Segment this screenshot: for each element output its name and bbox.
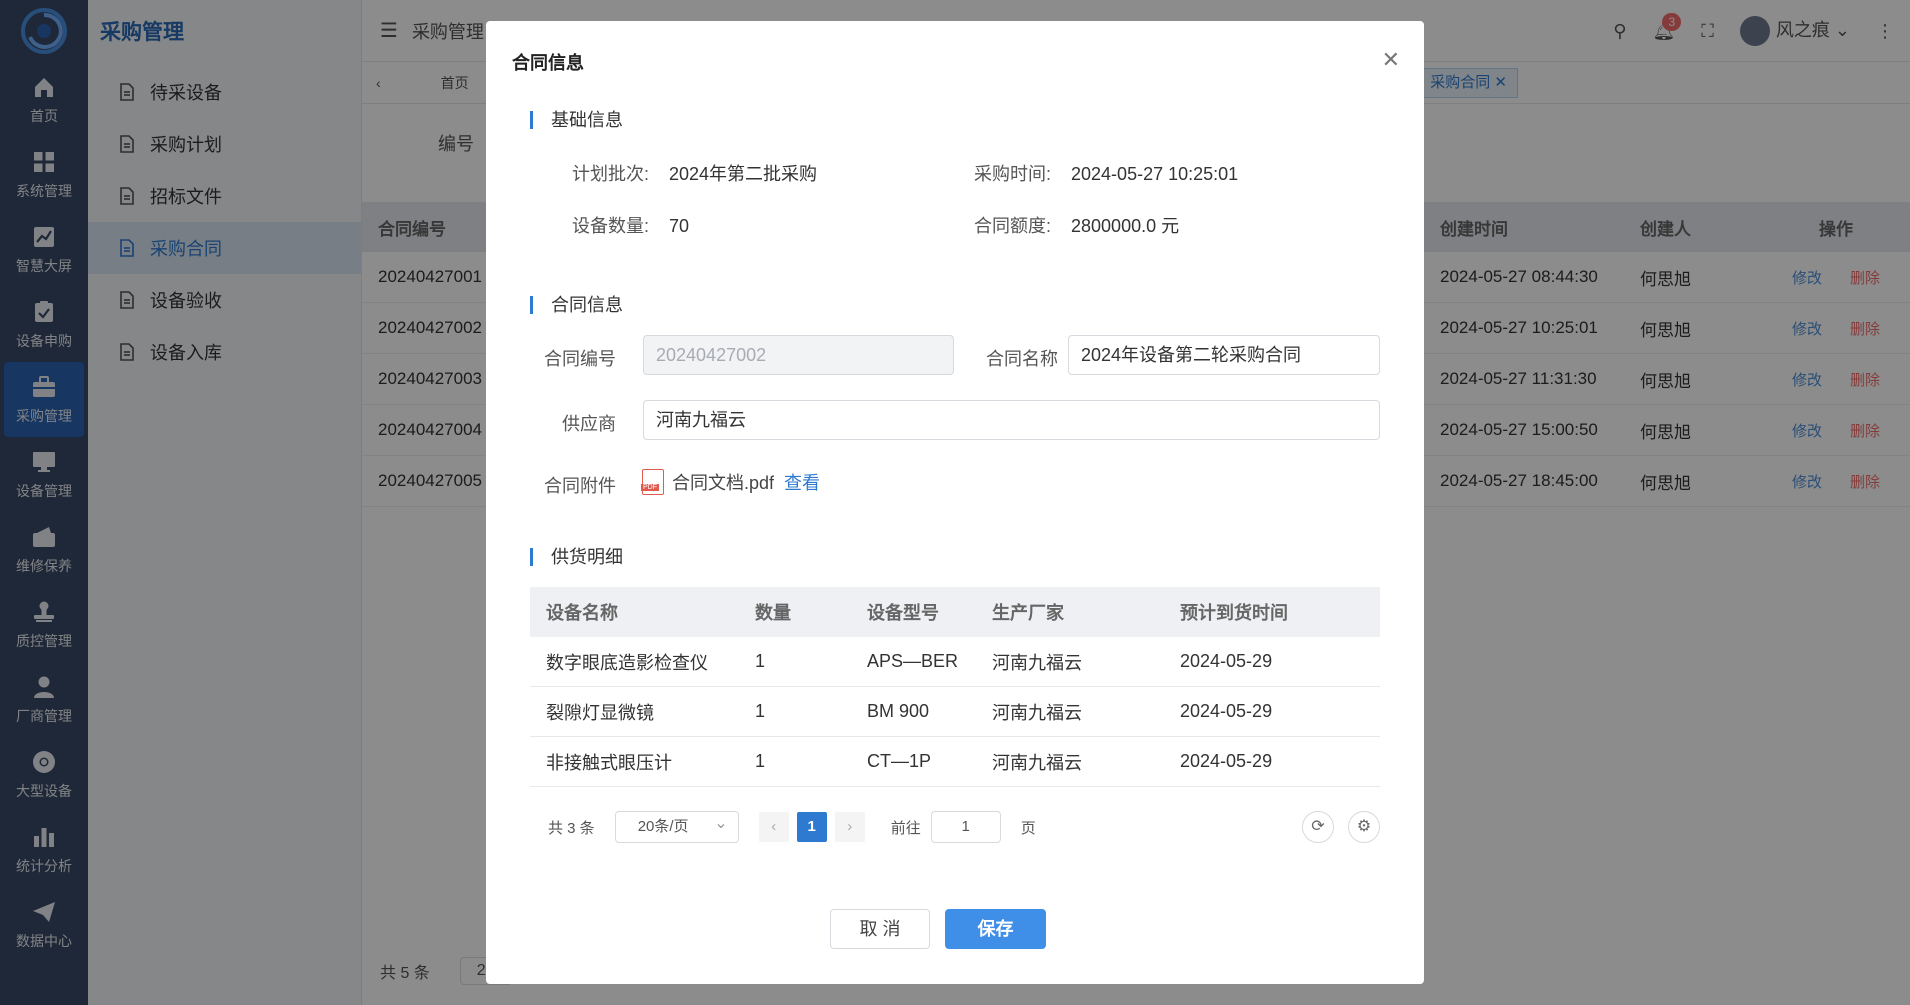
attachment: PDF 合同文档.pdf 查看: [641, 469, 820, 495]
supply-cell: CT—1P: [867, 751, 932, 771]
page-number-current[interactable]: 1: [796, 812, 827, 842]
section-supply: 供货明细: [530, 548, 623, 566]
contract-amount-label: 合同额度:: [974, 216, 1052, 236]
cancel-button[interactable]: 取 消: [830, 909, 930, 949]
goto-input[interactable]: 1: [930, 811, 1001, 843]
section-basic: 基础信息: [530, 111, 623, 129]
supply-cell: 2024-05-29: [1180, 651, 1273, 671]
contract-amount: 合同额度: 2800000.0 元: [974, 212, 1179, 238]
supply-row: 裂隙灯显微镜 1 BM 900 河南九福云 2024-05-29: [530, 687, 1380, 737]
supply-col-3: 生产厂家: [992, 603, 1064, 623]
supply-cell: 裂隙灯显微镜: [546, 702, 654, 723]
supplier-input[interactable]: 河南九福云: [643, 400, 1380, 440]
device-count: 设备数量: 70: [572, 212, 689, 238]
supply-cell: 1: [755, 651, 766, 671]
supply-cell: 非接触式眼压计: [546, 752, 672, 773]
supply-cell: 1: [755, 701, 766, 721]
contract-no-label: 合同编号: [544, 349, 616, 369]
pager-total: 共 3 条: [548, 819, 595, 837]
page-unit: 页: [1020, 819, 1036, 837]
supply-col-2: 设备型号: [867, 603, 939, 623]
plan-batch-value: 2024年第二批采购: [669, 164, 818, 184]
supply-col-4: 预计到货时间: [1180, 603, 1288, 623]
dialog-title: 合同信息: [512, 53, 584, 73]
contract-name-input[interactable]: 2024年设备第二轮采购合同: [1068, 335, 1380, 375]
supplier-label: 供应商: [562, 414, 616, 434]
supply-pager: 共 3 条 20条/页 ‹ 1 › 前往 1 页 ⟳ ⚙: [530, 809, 1380, 843]
purchase-time: 采购时间: 2024-05-27 10:25:01: [974, 160, 1238, 186]
prev-page-icon[interactable]: ‹: [758, 812, 789, 842]
supply-col-0: 设备名称: [546, 603, 618, 623]
supply-cell: 河南九福云: [992, 702, 1082, 723]
section-contract: 合同信息: [530, 296, 623, 314]
supply-cell: 1: [755, 751, 766, 771]
save-button[interactable]: 保存: [945, 909, 1046, 949]
contract-name-label: 合同名称: [986, 349, 1058, 369]
pdf-icon: PDF: [641, 469, 664, 495]
plan-batch-label: 计划批次:: [572, 164, 650, 184]
attachment-label: 合同附件: [544, 476, 616, 496]
supply-table: 设备名称 数量 设备型号 生产厂家 预计到货时间 数字眼底造影检查仪 1 APS—BER 河南…: [530, 587, 1380, 787]
close-icon[interactable]: ✕: [1382, 47, 1400, 73]
supply-col-1: 数量: [755, 603, 791, 623]
goto-label: 前往: [890, 819, 921, 837]
device-count-value: 70: [669, 216, 690, 236]
supply-cell: 2024-05-29: [1180, 751, 1273, 771]
supply-table-header: 设备名称 数量 设备型号 生产厂家 预计到货时间: [530, 587, 1380, 637]
contract-amount-value: 2800000.0 元: [1071, 216, 1180, 236]
supply-cell: 数字眼底造影检查仪: [546, 652, 708, 673]
attachment-filename: 合同文档.pdf: [672, 473, 775, 493]
supply-cell: 河南九福云: [992, 752, 1082, 773]
refresh-icon[interactable]: ⟳: [1302, 811, 1334, 843]
purchase-time-value: 2024-05-27 10:25:01: [1071, 164, 1239, 184]
contract-dialog: 合同信息 ✕ 基础信息 计划批次: 2024年第二批采购 采购时间: 2024-05…: [486, 21, 1424, 984]
page-size-select[interactable]: 20条/页: [614, 809, 739, 843]
supply-cell: 河南九福云: [992, 652, 1082, 673]
supply-cell: APS—BER: [867, 651, 959, 671]
device-count-label: 设备数量:: [572, 216, 650, 236]
supply-cell: BM 900: [867, 701, 930, 721]
supply-row: 数字眼底造影检查仪 1 APS—BER 河南九福云 2024-05-29: [530, 637, 1380, 687]
contract-no-input[interactable]: 20240427002: [643, 335, 954, 375]
supply-cell: 2024-05-29: [1180, 701, 1273, 721]
plan-batch: 计划批次: 2024年第二批采购: [572, 160, 817, 186]
view-attachment-link[interactable]: 查看: [784, 469, 820, 495]
next-page-icon[interactable]: ›: [834, 812, 865, 842]
supply-row: 非接触式眼压计 1 CT—1P 河南九福云 2024-05-29: [530, 737, 1380, 787]
purchase-time-label: 采购时间:: [974, 164, 1052, 184]
settings-icon[interactable]: ⚙: [1348, 811, 1380, 843]
